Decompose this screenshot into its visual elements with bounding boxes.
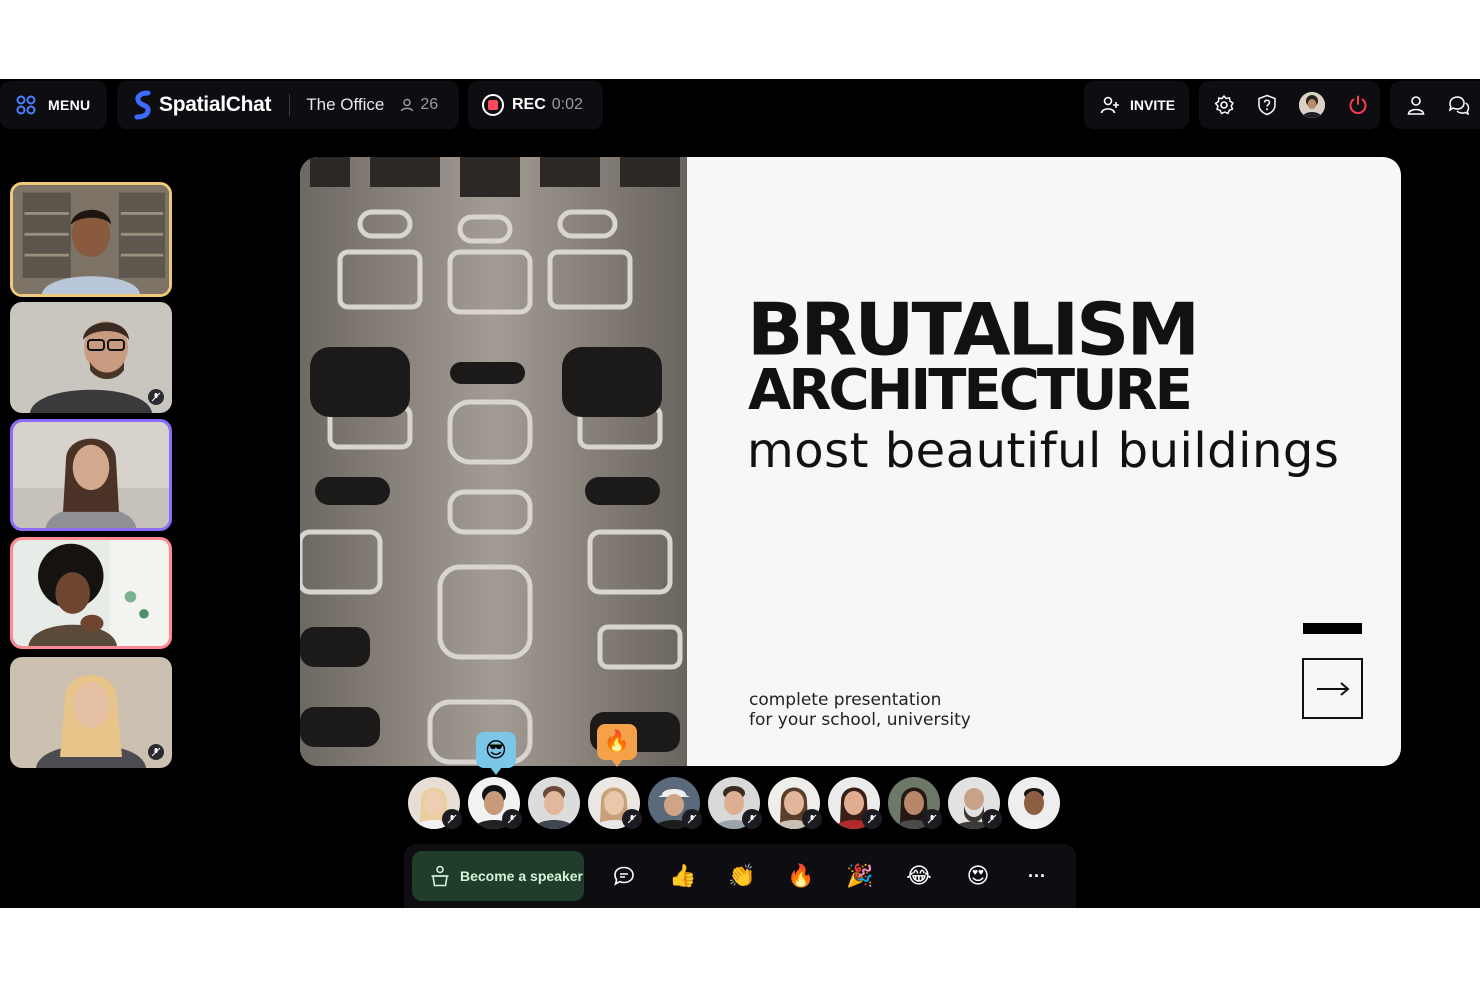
muted-mic-icon bbox=[922, 809, 942, 829]
reaction-party[interactable]: 🎉 bbox=[840, 856, 880, 896]
avatar[interactable] bbox=[1299, 92, 1325, 118]
building-photo bbox=[300, 157, 687, 766]
video-tile-4[interactable] bbox=[10, 537, 172, 649]
divider bbox=[289, 94, 291, 116]
floating-reaction: 😎 bbox=[476, 732, 516, 775]
audience-avatar[interactable] bbox=[468, 777, 522, 829]
reaction-clap[interactable]: 👏 bbox=[722, 856, 762, 896]
participant-count[interactable]: 26 bbox=[400, 96, 438, 114]
muted-mic-icon bbox=[802, 809, 822, 829]
presentation-slide: BRUTALISM ARCHITECTURE most beautiful bu… bbox=[300, 157, 1401, 766]
muted-mic-icon bbox=[148, 389, 164, 405]
slide-subtitle: most beautiful buildings bbox=[747, 423, 1340, 479]
chat-button[interactable] bbox=[604, 856, 644, 896]
reactions-bar: 👍 👏 🔥 🎉 😂 😍 ··· bbox=[604, 856, 1076, 896]
power-icon[interactable] bbox=[1347, 94, 1369, 116]
invite-button[interactable]: INVITE bbox=[1084, 81, 1189, 129]
gear-icon[interactable] bbox=[1213, 94, 1235, 116]
audience-avatar[interactable] bbox=[408, 777, 462, 829]
reaction-laugh[interactable]: 😂 bbox=[899, 856, 939, 896]
reaction-emoji: 🔥 bbox=[603, 730, 631, 753]
reaction-thumbs-up[interactable]: 👍 bbox=[663, 856, 703, 896]
recording-indicator[interactable]: REC 0:02 bbox=[468, 81, 603, 129]
spatialchat-logo-icon bbox=[134, 90, 151, 120]
video-tile-3[interactable] bbox=[10, 419, 172, 531]
audience-avatar[interactable] bbox=[768, 777, 822, 829]
chat-icon bbox=[614, 866, 634, 886]
audience-avatar[interactable] bbox=[528, 777, 580, 829]
audience-avatar[interactable] bbox=[648, 777, 702, 829]
room-name[interactable]: The Office bbox=[306, 95, 384, 115]
muted-mic-icon bbox=[742, 809, 762, 829]
audience-avatar[interactable] bbox=[948, 777, 1002, 829]
arrow-right-icon bbox=[1316, 681, 1350, 696]
rec-time: 0:02 bbox=[551, 96, 583, 113]
floating-reaction: 🔥 bbox=[597, 724, 637, 767]
muted-mic-icon bbox=[622, 809, 642, 829]
bottom-toolbar: Become a speaker 👍 👏 🔥 🎉 😂 😍 ··· bbox=[404, 844, 1076, 908]
participant-count-value: 26 bbox=[420, 96, 439, 113]
audience-avatar[interactable] bbox=[828, 777, 882, 829]
menu-label: MENU bbox=[48, 97, 91, 113]
grid-icon bbox=[16, 95, 36, 115]
slide-caption: complete presentation for your school, u… bbox=[749, 690, 971, 730]
app-window: MENU SpatialChat The Office 26 REC 0:02 … bbox=[0, 79, 1480, 908]
right-panel-toggles bbox=[1390, 81, 1480, 129]
user-icon[interactable] bbox=[1406, 95, 1426, 115]
audience-avatar[interactable] bbox=[1008, 777, 1060, 829]
muted-mic-icon bbox=[862, 809, 882, 829]
audience-avatar[interactable] bbox=[588, 777, 642, 829]
toolbar-actions bbox=[1199, 81, 1380, 129]
muted-mic-icon bbox=[442, 809, 462, 829]
slide-title-line1: BRUTALISM bbox=[747, 287, 1200, 373]
rec-label: REC bbox=[512, 96, 546, 113]
reaction-heart-eyes[interactable]: 😍 bbox=[958, 856, 998, 896]
slide-title-line2: ARCHITECTURE bbox=[748, 358, 1193, 423]
muted-mic-icon bbox=[148, 744, 164, 760]
caption-line1: complete presentation bbox=[749, 690, 942, 710]
video-tile-5[interactable] bbox=[10, 657, 172, 768]
audience-avatar[interactable] bbox=[708, 777, 762, 829]
muted-mic-icon bbox=[982, 809, 1002, 829]
chat-bubbles-icon[interactable] bbox=[1448, 95, 1470, 115]
invite-label: INVITE bbox=[1130, 97, 1176, 113]
room-info: SpatialChat The Office 26 bbox=[117, 81, 459, 129]
more-reactions-button[interactable]: ··· bbox=[1017, 856, 1057, 896]
muted-mic-icon bbox=[682, 809, 702, 829]
help-icon[interactable] bbox=[1257, 94, 1277, 116]
become-speaker-label: Become a speaker bbox=[460, 868, 583, 884]
caption-line2: for your school, university bbox=[749, 710, 971, 730]
become-speaker-button[interactable]: Become a speaker bbox=[412, 851, 584, 901]
add-user-icon bbox=[1100, 96, 1119, 114]
next-slide-button[interactable] bbox=[1302, 658, 1363, 719]
reaction-fire[interactable]: 🔥 bbox=[781, 856, 821, 896]
audience-row bbox=[408, 777, 1060, 829]
person-icon bbox=[401, 98, 414, 112]
decorative-bar bbox=[1303, 623, 1362, 634]
video-tile-2[interactable] bbox=[10, 302, 172, 413]
podium-icon bbox=[431, 865, 449, 887]
record-icon bbox=[482, 94, 504, 116]
muted-mic-icon bbox=[502, 809, 522, 829]
video-tile-1[interactable] bbox=[10, 182, 172, 297]
menu-button[interactable]: MENU bbox=[0, 81, 107, 129]
brand-name: SpatialChat bbox=[159, 93, 272, 116]
audience-avatar[interactable] bbox=[888, 777, 942, 829]
reaction-emoji: 😎 bbox=[485, 738, 507, 762]
